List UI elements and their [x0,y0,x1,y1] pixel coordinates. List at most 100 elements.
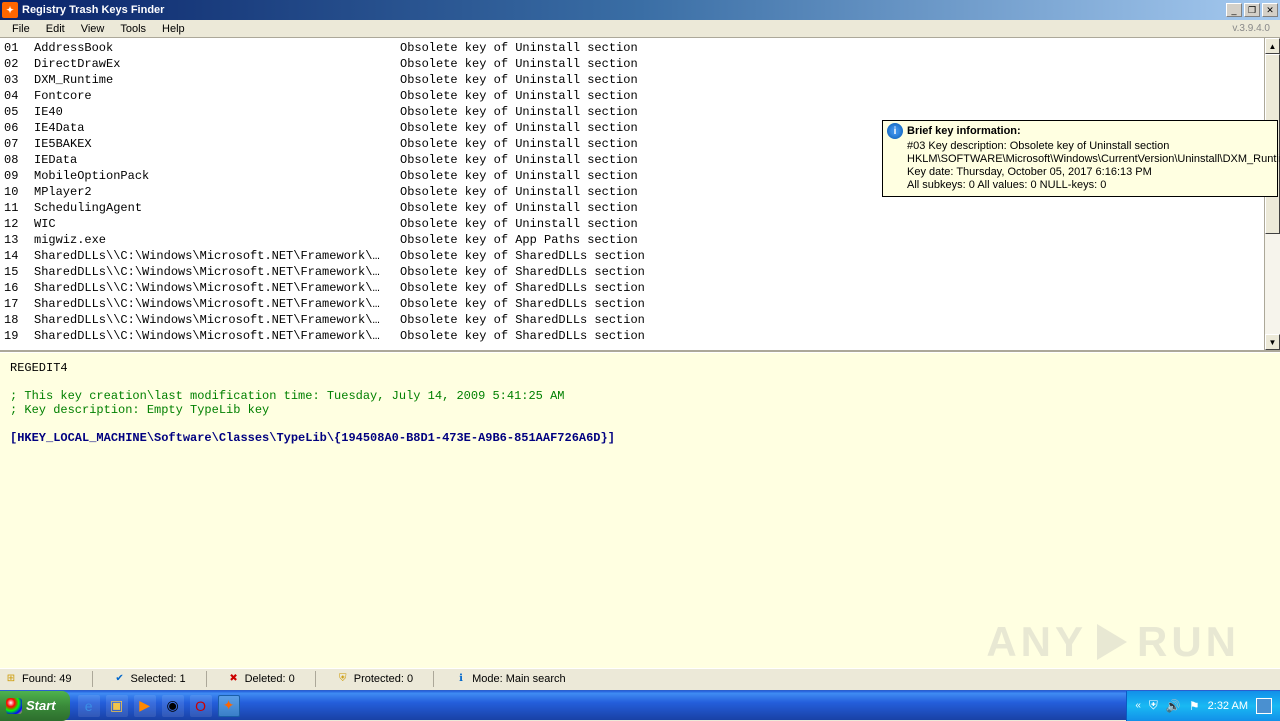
menu-help[interactable]: Help [154,21,193,37]
menu-view[interactable]: View [73,21,113,37]
scroll-down-button[interactable]: ▼ [1265,334,1280,350]
titlebar: ✦ Registry Trash Keys Finder _ ❐ ✕ [0,0,1280,20]
windows-icon [6,698,22,714]
list-row[interactable]: 15SharedDLLs\\C:\Windows\Microsoft.NET\F… [4,264,1276,280]
row-description: Obsolete key of Uninstall section [400,216,1276,232]
row-keyname: IE4Data [34,120,400,136]
detail-comment: ; Key description: Empty TypeLib key [10,403,1270,417]
list-row[interactable]: 17SharedDLLs\\C:\Windows\Microsoft.NET\F… [4,296,1276,312]
row-description: Obsolete key of SharedDLLs section [400,264,1276,280]
row-keyname: AddressBook [34,40,400,56]
list-row[interactable]: 16SharedDLLs\\C:\Windows\Microsoft.NET\F… [4,280,1276,296]
row-description: Obsolete key of SharedDLLs section [400,248,1276,264]
scroll-up-button[interactable]: ▲ [1265,38,1280,54]
menu-file[interactable]: File [4,21,38,37]
row-number: 03 [4,72,34,88]
system-tray: « ⛨ 🔊 ⚑ 2:32 AM [1126,691,1280,721]
tooltip-line: HKLM\SOFTWARE\Microsoft\Windows\CurrentV… [907,153,1273,166]
tooltip-title: Brief key information: [907,125,1021,137]
row-number: 18 [4,312,34,328]
registry-list: 01AddressBookObsolete key of Uninstall s… [0,38,1280,352]
list-row[interactable]: 02DirectDrawExObsolete key of Uninstall … [4,56,1276,72]
row-keyname: SharedDLLs\\C:\Windows\Microsoft.NET\Fra… [34,296,400,312]
info-icon: i [887,123,903,139]
taskbar-chrome-icon[interactable]: ◉ [162,695,184,717]
row-description: Obsolete key of SharedDLLs section [400,328,1276,344]
list-row[interactable]: 19SharedDLLs\\C:\Windows\Microsoft.NET\F… [4,328,1276,344]
clock[interactable]: 2:32 AM [1208,700,1248,712]
list-row[interactable]: 04FontcoreObsolete key of Uninstall sect… [4,88,1276,104]
list-row[interactable]: 12WICObsolete key of Uninstall section [4,216,1276,232]
list-row[interactable]: 03DXM_RuntimeObsolete key of Uninstall s… [4,72,1276,88]
list-row[interactable]: 01AddressBookObsolete key of Uninstall s… [4,40,1276,56]
row-keyname: IE40 [34,104,400,120]
row-number: 19 [4,328,34,344]
row-number: 08 [4,152,34,168]
list-row[interactable]: 11SchedulingAgentObsolete key of Uninsta… [4,200,1276,216]
status-selected: ✔ Selected: 1 [113,672,186,686]
detail-header: REGEDIT4 [10,361,1270,375]
row-number: 10 [4,184,34,200]
row-number: 14 [4,248,34,264]
row-number: 05 [4,104,34,120]
menu-tools[interactable]: Tools [112,21,154,37]
check-icon: ✔ [113,672,127,686]
tray-flag-icon[interactable]: ⚑ [1189,699,1200,713]
detail-comment: ; This key creation\last modification ti… [10,389,1270,403]
taskbar-explorer-icon[interactable]: ▣ [106,695,128,717]
list-row[interactable]: 13migwiz.exeObsolete key of App Paths se… [4,232,1276,248]
menubar: File Edit View Tools Help v.3.9.4.0 [0,20,1280,38]
row-keyname: SharedDLLs\\C:\Windows\Microsoft.NET\Fra… [34,248,400,264]
menu-edit[interactable]: Edit [38,21,73,37]
minimize-button[interactable]: _ [1226,3,1242,17]
maximize-button[interactable]: ❐ [1244,3,1260,17]
tray-security-icon[interactable]: ⛨ [1149,698,1158,713]
watermark: ANY RUN [986,624,1240,660]
row-description: Obsolete key of Uninstall section [400,56,1276,72]
row-keyname: DirectDrawEx [34,56,400,72]
status-mode: ℹ Mode: Main search [454,672,566,686]
tray-volume-icon[interactable]: 🔊 [1166,699,1181,713]
row-keyname: SharedDLLs\\C:\Windows\Microsoft.NET\Fra… [34,280,400,296]
row-number: 11 [4,200,34,216]
window-title: Registry Trash Keys Finder [22,4,1226,16]
row-number: 01 [4,40,34,56]
taskbar-app-icon[interactable]: ✦ [218,695,240,717]
row-keyname: SchedulingAgent [34,200,400,216]
list-row[interactable]: 05IE40Obsolete key of Uninstall section [4,104,1276,120]
found-icon: ⊞ [4,672,18,686]
status-protected: ⛨ Protected: 0 [336,672,413,686]
tray-expand-icon[interactable]: « [1135,700,1141,711]
close-button[interactable]: ✕ [1262,3,1278,17]
row-keyname: WIC [34,216,400,232]
detail-panel: REGEDIT4 ; This key creation\last modifi… [0,352,1280,668]
row-keyname: Fontcore [34,88,400,104]
row-description: Obsolete key of Uninstall section [400,72,1276,88]
row-keyname: DXM_Runtime [34,72,400,88]
row-number: 02 [4,56,34,72]
list-row[interactable]: 14SharedDLLs\\C:\Windows\Microsoft.NET\F… [4,248,1276,264]
start-button[interactable]: Start [0,691,70,721]
taskbar-media-icon[interactable]: ▶ [134,695,156,717]
row-number: 09 [4,168,34,184]
row-description: Obsolete key of Uninstall section [400,200,1276,216]
row-keyname: migwiz.exe [34,232,400,248]
row-number: 06 [4,120,34,136]
show-desktop-button[interactable] [1256,698,1272,714]
row-description: Obsolete key of SharedDLLs section [400,280,1276,296]
row-number: 15 [4,264,34,280]
row-description: Obsolete key of App Paths section [400,232,1276,248]
row-number: 17 [4,296,34,312]
row-description: Obsolete key of Uninstall section [400,88,1276,104]
tooltip-line: Key date: Thursday, October 05, 2017 6:1… [907,166,1273,179]
detail-key: [HKEY_LOCAL_MACHINE\Software\Classes\Typ… [10,431,1270,445]
row-number: 13 [4,232,34,248]
taskbar-opera-icon[interactable]: O [190,695,212,717]
row-description: Obsolete key of Uninstall section [400,40,1276,56]
row-keyname: SharedDLLs\\C:\Windows\Microsoft.NET\Fra… [34,264,400,280]
tooltip-line: All subkeys: 0 All values: 0 NULL-keys: … [907,179,1273,192]
app-icon: ✦ [2,2,18,18]
taskbar-ie-icon[interactable]: e [78,695,100,717]
delete-icon: ✖ [227,672,241,686]
list-row[interactable]: 18SharedDLLs\\C:\Windows\Microsoft.NET\F… [4,312,1276,328]
